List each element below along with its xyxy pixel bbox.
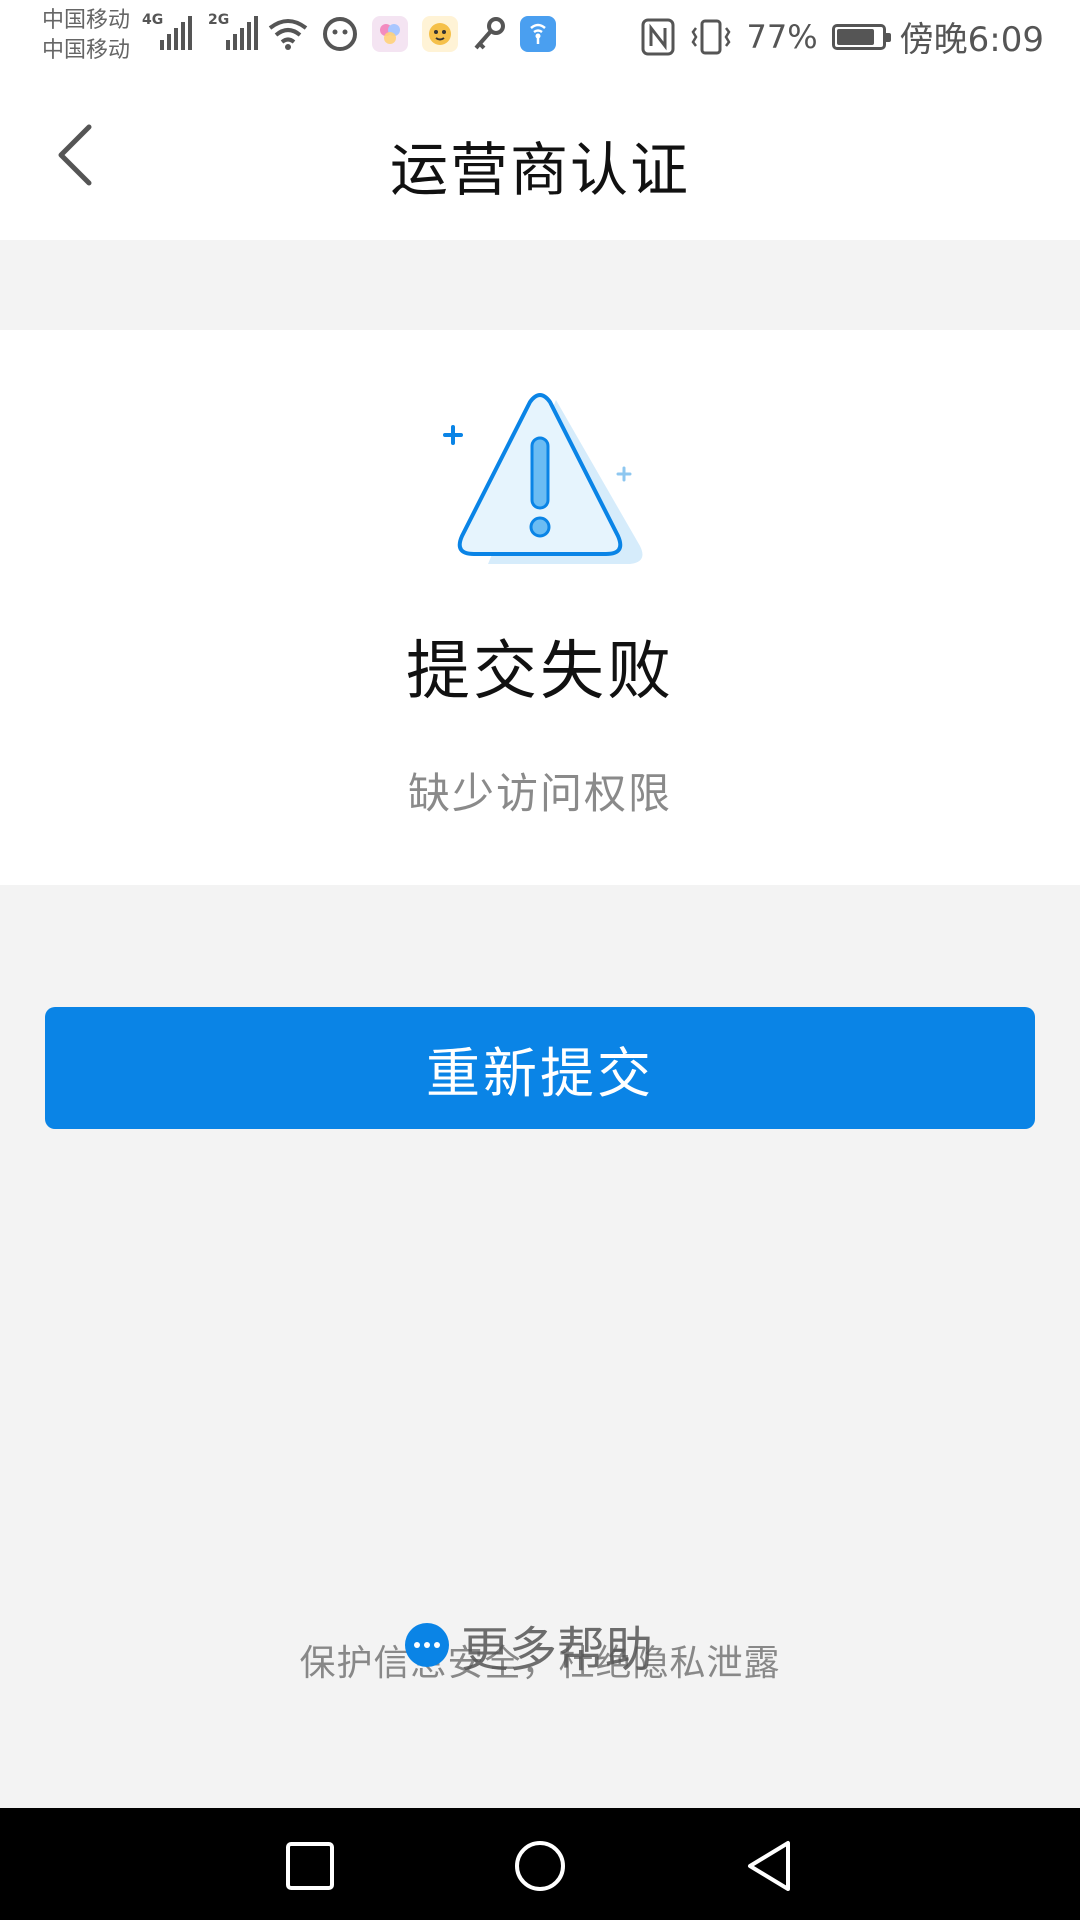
circle-icon[interactable] bbox=[512, 1838, 568, 1894]
signal-1-icon: 4G bbox=[142, 12, 192, 50]
carrier-1-label: 中国移动 bbox=[42, 8, 131, 33]
network-1-label: 4G bbox=[142, 12, 164, 28]
key-icon bbox=[474, 17, 505, 50]
result-card: 提交失败 缺少访问权限 bbox=[0, 330, 1080, 885]
page-title: 运营商认证 bbox=[389, 136, 690, 204]
more-dots-icon bbox=[405, 1623, 449, 1667]
clock: 傍晚6:09 bbox=[899, 20, 1044, 60]
battery-percent: 77% bbox=[746, 17, 818, 56]
help-area: 保护信息安全，杜绝隐私泄露 更多帮助 bbox=[0, 1610, 1080, 1700]
status-bar: 中国移动 中国移动 4G 2G 77% 傍晚6:09 bbox=[0, 0, 1080, 75]
battery-icon bbox=[831, 23, 891, 50]
gallery-app-icon bbox=[372, 16, 408, 52]
carrier-labels: 中国移动 中国移动 bbox=[42, 6, 130, 66]
triangle-back-icon[interactable] bbox=[742, 1838, 798, 1894]
chat-bubble-icon bbox=[323, 17, 357, 51]
vibrate-icon bbox=[691, 19, 731, 54]
wifi-icon bbox=[268, 19, 308, 50]
notification-icons bbox=[268, 16, 556, 52]
network-2-label: 2G bbox=[208, 12, 230, 28]
warning-triangle-icon bbox=[443, 393, 643, 564]
result-reason: 缺少访问权限 bbox=[407, 769, 672, 818]
nfc-icon bbox=[641, 18, 675, 55]
resubmit-button[interactable]: 重新提交 bbox=[45, 1007, 1035, 1129]
mascot-app-icon bbox=[422, 16, 458, 52]
carrier-2-label: 中国移动 bbox=[42, 38, 131, 63]
hotspot-app-icon bbox=[520, 16, 556, 52]
more-help-link[interactable]: 更多帮助 bbox=[405, 1610, 653, 1680]
status-right: 77% 傍晚6:09 bbox=[641, 12, 1044, 61]
result-title: 提交失败 bbox=[406, 635, 674, 709]
more-help-label: 更多帮助 bbox=[461, 1622, 654, 1678]
nav-bar: 运营商认证 bbox=[0, 75, 1080, 240]
signal-2-icon: 2G bbox=[208, 12, 258, 50]
square-icon[interactable] bbox=[282, 1838, 338, 1894]
system-nav-bar bbox=[0, 1808, 1080, 1920]
